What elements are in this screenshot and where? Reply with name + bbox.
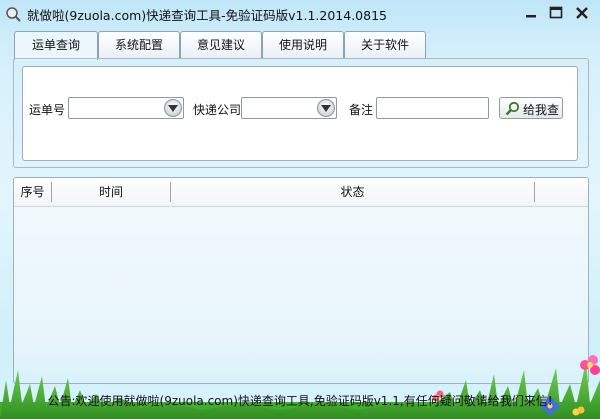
company-combobox[interactable] — [241, 97, 337, 119]
tab-instructions[interactable]: 使用说明 — [262, 31, 344, 58]
column-header-status[interactable]: 状态 — [171, 178, 534, 207]
remark-input[interactable] — [376, 97, 489, 119]
column-header-index[interactable]: 序号 — [14, 178, 51, 207]
company-label: 快递公司 — [193, 103, 242, 117]
chevron-down-icon[interactable] — [317, 99, 335, 117]
remark-label: 备注 — [349, 103, 374, 117]
tab-waybill-query[interactable]: 运单查询 — [14, 31, 98, 60]
waybill-combobox[interactable] — [68, 97, 184, 119]
tab-label: 系统配置 — [114, 38, 163, 52]
title-bar: 就做啦(9zuola.com)快递查询工具-免验证码版v1.1.2014.081… — [0, 0, 600, 28]
search-button-label: 给我查 — [523, 103, 560, 117]
tab-feedback[interactable]: 意见建议 — [180, 31, 262, 58]
app-icon — [6, 7, 21, 22]
chevron-down-icon[interactable] — [164, 99, 182, 117]
tab-label: 使用说明 — [278, 38, 327, 52]
column-header-blank — [535, 178, 588, 207]
maximize-icon[interactable] — [547, 4, 565, 22]
close-icon[interactable] — [573, 4, 591, 22]
tab-system-config[interactable]: 系统配置 — [98, 31, 180, 58]
column-header-time[interactable]: 时间 — [52, 178, 170, 207]
waybill-label: 运单号 — [29, 103, 66, 117]
window-title: 就做啦(9zuola.com)快递查询工具-免验证码版v1.1.2014.081… — [27, 8, 387, 23]
tab-label: 意见建议 — [196, 38, 245, 52]
tab-label: 运单查询 — [31, 38, 80, 52]
tab-label: 关于软件 — [360, 38, 409, 52]
tab-about[interactable]: 关于软件 — [344, 31, 426, 58]
notice-text: 公告:欢迎使用就做啦(9zuola.com)快递查询工具,免验证码版v1.1,有… — [47, 394, 553, 408]
search-button[interactable]: 给我查 — [499, 97, 563, 119]
minimize-icon[interactable] — [522, 4, 540, 22]
search-icon — [505, 101, 520, 116]
